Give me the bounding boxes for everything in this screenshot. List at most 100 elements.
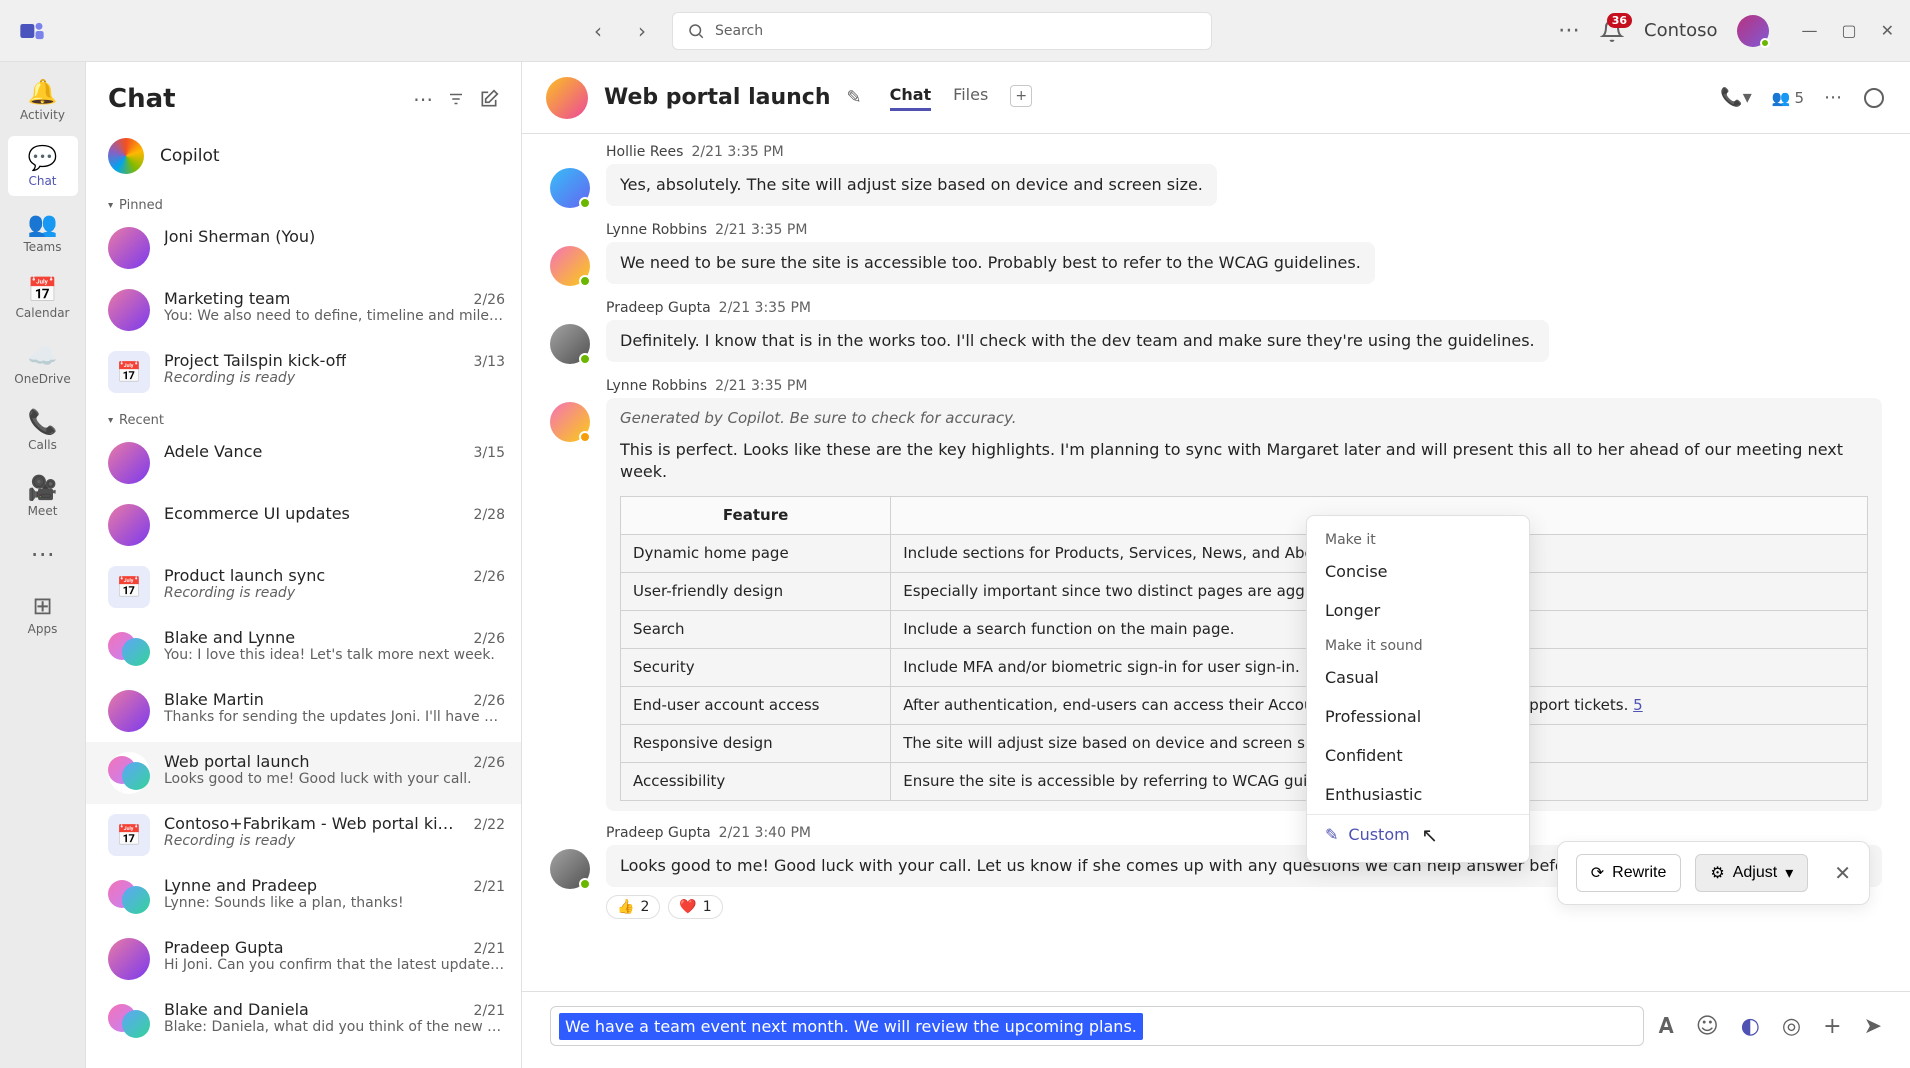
message-bubble: Yes, absolutely. The site will adjust si… [606,164,1217,206]
chat-panel-title: Chat [108,84,399,114]
chat-list-item[interactable]: Blake and Lynne2/26 You: I love this ide… [86,618,521,680]
close-rewrite-icon[interactable]: ✕ [1834,861,1851,885]
rewrite-button[interactable]: ⟳ Rewrite [1576,854,1682,892]
search-placeholder: Search [715,23,763,39]
chat-item-name: Contoso+Fabrikam - Web portal ki… [164,814,454,833]
teams-icon: 👥 [28,210,58,238]
rail-calendar[interactable]: 📅Calendar [8,268,78,328]
format-icon[interactable]: 𝐀 [1658,1014,1673,1039]
table-row: Responsive designThe site will adjust si… [621,724,1868,762]
chat-item-avatar [108,938,150,980]
tab-chat[interactable]: Chat [890,85,932,111]
apps-icon: ⊞ [32,592,52,620]
rail-activity[interactable]: 🔔Activity [8,70,78,130]
conversation-header: Web portal launch ✎ Chat Files + 📞▾ 👥5 ⋯ [522,62,1910,134]
edit-title-icon[interactable]: ✎ [847,87,862,108]
search-icon [687,22,705,40]
chat-list-item[interactable]: 📅 Product launch sync2/26 Recording is r… [86,556,521,618]
compose-input[interactable]: We have a team event next month. We will… [550,1006,1644,1046]
message-block: Hollie Rees2/21 3:35 PM Yes, absolutely.… [550,144,1882,208]
adjust-menu: Make it Concise Longer Make it sound Cas… [1306,515,1530,863]
reaction-pill[interactable]: ❤️1 [668,895,722,919]
recent-section-header[interactable]: Recent [86,403,521,432]
rail-onedrive[interactable]: ☁️OneDrive [8,334,78,394]
notifications-button[interactable]: 36 [1600,19,1624,43]
chat-item-date: 2/21 [474,1003,505,1019]
adjust-longer[interactable]: Longer [1307,591,1529,630]
more-icon[interactable]: ⋯ [1558,18,1580,43]
chat-list-item[interactable]: Lynne and Pradeep2/21 Lynne: Sounds like… [86,866,521,928]
message-bubble: Definitely. I know that is in the works … [606,320,1549,362]
close-button[interactable]: ✕ [1881,21,1894,40]
adjust-section-label: Make it sound [1307,630,1529,658]
pinned-section-header[interactable]: Pinned [86,188,521,217]
titlebar: ‹ › Search ⋯ 36 Contoso — ▢ ✕ [0,0,1910,62]
adjust-enthusiastic[interactable]: Enthusiastic [1307,775,1529,814]
chat-list-item[interactable]: Web portal launch2/26 Looks good to me! … [86,742,521,804]
adjust-professional[interactable]: Professional [1307,697,1529,736]
chat-list-item[interactable]: Ecommerce UI updates2/28 [86,494,521,556]
chat-list-item[interactable]: Blake and Daniela2/21 Blake: Daniela, wh… [86,990,521,1052]
feature-table: Feature Dynamic home pageInclude section… [620,496,1868,801]
send-button[interactable]: ➤ [1864,1014,1882,1039]
chat-item-name: Joni Sherman (You) [164,227,315,246]
message-text: This is perfect. Looks like these are th… [620,439,1868,484]
participants-button[interactable]: 👥5 [1772,89,1804,107]
cloud-icon: ☁️ [28,342,58,370]
chat-list-item[interactable]: Joni Sherman (You) [86,217,521,279]
chat-item-date: 2/26 [474,693,505,709]
rail-meet[interactable]: 🎥Meet [8,466,78,526]
chat-item-preview: You: We also need to define, timeline an… [164,308,505,324]
table-row: SearchInclude a search function on the m… [621,610,1868,648]
rail-more[interactable]: ⋯ [31,540,55,568]
nav-forward-button[interactable]: › [624,13,660,49]
adjust-casual[interactable]: Casual [1307,658,1529,697]
rail-chat[interactable]: 💬Chat [8,136,78,196]
conversation-title: Web portal launch [604,85,831,110]
chat-list-item[interactable]: 📅 Contoso+Fabrikam - Web portal ki…2/22 … [86,804,521,866]
tab-files[interactable]: Files [953,85,988,111]
conv-more-icon[interactable]: ⋯ [1824,87,1842,108]
adjust-custom[interactable]: ✎ Custom [1307,814,1529,854]
attach-icon[interactable]: + [1823,1014,1841,1039]
chat-item-date: 2/21 [474,879,505,895]
rail-teams[interactable]: 👥Teams [8,202,78,262]
adjust-button[interactable]: ⚙ Adjust ▾ [1695,854,1808,892]
adjust-confident[interactable]: Confident [1307,736,1529,775]
citation-link[interactable]: 5 [1633,696,1643,714]
copilot-compose-icon[interactable]: ◐ [1741,1014,1760,1039]
chat-item-avatar [108,876,150,918]
conversation-body: Hollie Rees2/21 3:35 PM Yes, absolutely.… [522,134,1910,991]
adjust-concise[interactable]: Concise [1307,552,1529,591]
chat-list-item[interactable]: 📅 Project Tailspin kick-off3/13 Recordin… [86,341,521,403]
copilot-icon [108,138,144,174]
emoji-icon[interactable]: ☺ [1696,1014,1719,1039]
copilot-header-icon[interactable] [1862,86,1886,110]
reaction-pill[interactable]: 👍2 [606,895,660,919]
maximize-button[interactable]: ▢ [1841,21,1856,40]
chat-item-date: 2/22 [474,817,505,833]
call-button[interactable]: 📞▾ [1720,87,1751,108]
nav-back-button[interactable]: ‹ [580,13,616,49]
user-avatar[interactable] [1737,15,1769,47]
chat-list-item[interactable]: Marketing team2/26 You: We also need to … [86,279,521,341]
copilot-chat-item[interactable]: Copilot [86,124,521,188]
chat-item-name: Marketing team [164,289,290,308]
chat-list-item[interactable]: Adele Vance3/15 [86,432,521,494]
add-tab-button[interactable]: + [1010,85,1032,107]
rail-apps[interactable]: ⊞Apps [8,584,78,644]
more-options-icon[interactable]: ⋯ [413,87,433,111]
new-chat-icon[interactable] [479,89,499,109]
chat-list-item[interactable]: Pradeep Gupta2/21 Hi Joni. Can you confi… [86,928,521,990]
filter-icon[interactable] [447,90,465,108]
rail-calls[interactable]: 📞Calls [8,400,78,460]
minimize-button[interactable]: — [1801,21,1817,40]
search-input[interactable]: Search [672,12,1212,50]
loop-icon[interactable]: ◎ [1782,1014,1801,1039]
app-rail: 🔔Activity 💬Chat 👥Teams 📅Calendar ☁️OneDr… [0,62,86,1068]
chat-item-preview: Looks good to me! Good luck with your ca… [164,771,505,787]
chat-item-avatar [108,504,150,546]
chat-item-preview: Recording is ready [164,585,505,601]
chat-list-item[interactable]: Blake Martin2/26 Thanks for sending the … [86,680,521,742]
chat-item-date: 3/13 [474,354,505,370]
